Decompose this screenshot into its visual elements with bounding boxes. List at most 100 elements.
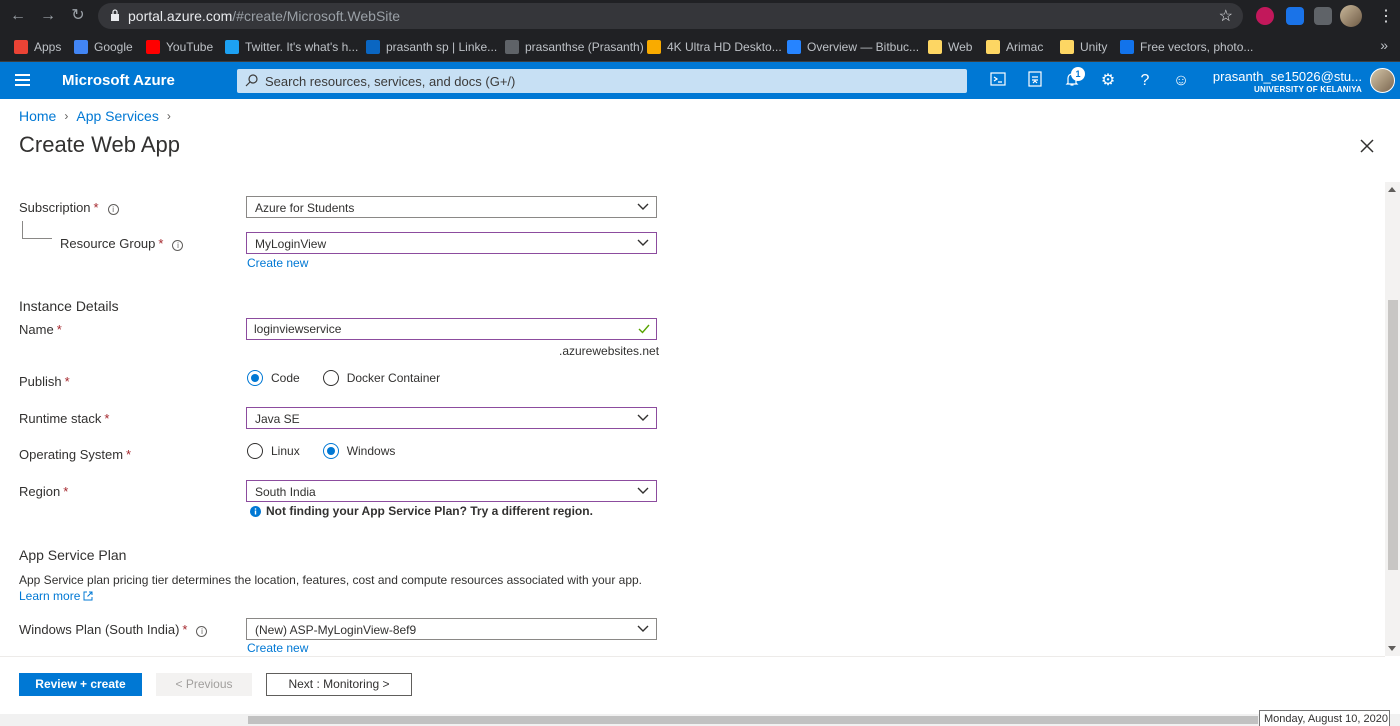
os-option-windows[interactable]: Windows: [322, 443, 395, 459]
subscription-value: Azure for Students: [255, 201, 355, 215]
bookmark-item[interactable]: prasanth sp | Linke...: [366, 38, 497, 56]
breadcrumb-home[interactable]: Home: [19, 108, 56, 124]
scroll-up-arrow[interactable]: [1388, 187, 1396, 192]
lock-icon: [111, 9, 119, 21]
profile-avatar[interactable]: [1340, 5, 1362, 27]
address-bar[interactable]: portal.azure.com/#create/Microsoft.WebSi…: [98, 3, 1243, 29]
date-tooltip: Monday, August 10, 2020: [1259, 710, 1390, 726]
extension-icon[interactable]: [1256, 7, 1274, 25]
feedback-smiley-icon[interactable]: ☺: [1171, 71, 1191, 91]
info-icon[interactable]: i: [107, 204, 119, 215]
bookmark-item[interactable]: Twitter. It's what's h...: [225, 38, 358, 56]
bookmark-item[interactable]: Google: [74, 38, 133, 56]
create-new-resource-group-link[interactable]: Create new: [247, 256, 308, 270]
bookmark-label: Twitter. It's what's h...: [245, 40, 359, 54]
forward-arrow-icon[interactable]: →: [38, 6, 58, 26]
bookmark-item[interactable]: Overview — Bitbuc...: [787, 38, 919, 56]
scroll-down-arrow[interactable]: [1388, 646, 1396, 651]
name-label: Name *: [19, 322, 62, 337]
name-field[interactable]: [246, 318, 657, 340]
avatar[interactable]: [1370, 68, 1395, 93]
region-dropdown[interactable]: South India: [246, 480, 657, 502]
scroll-thumb[interactable]: [1388, 300, 1398, 570]
previous-button[interactable]: < Previous: [156, 673, 252, 696]
chevron-down-icon: [637, 625, 649, 632]
learn-more-text: Learn more: [19, 589, 81, 603]
bookmark-item[interactable]: prasanthse (Prasanth): [505, 38, 644, 56]
puzzle-icon[interactable]: [1314, 7, 1332, 25]
vertical-scrollbar[interactable]: [1385, 182, 1400, 656]
create-new-plan-link[interactable]: Create new: [247, 641, 308, 655]
bookmark-item[interactable]: Unity: [1060, 38, 1107, 56]
scroll-thumb[interactable]: [248, 716, 1258, 724]
chevron-down-icon: [637, 414, 649, 421]
runtime-stack-dropdown[interactable]: Java SE: [246, 407, 657, 429]
more-vert-icon[interactable]: ⋮: [1378, 6, 1394, 26]
bookmark-label: prasanthse (Prasanth): [525, 40, 644, 54]
resource-group-dropdown[interactable]: MyLoginView: [246, 232, 657, 254]
extension-icon[interactable]: [1286, 7, 1304, 25]
breadcrumb-app-services[interactable]: App Services: [76, 108, 158, 124]
search-input[interactable]: [265, 72, 955, 90]
horizontal-scrollbar[interactable]: [0, 714, 1400, 726]
bookmark-label: Overview — Bitbuc...: [807, 40, 920, 54]
publish-option-docker[interactable]: Docker Container: [322, 370, 440, 386]
runtime-stack-value: Java SE: [255, 412, 300, 426]
menu-icon[interactable]: [15, 74, 30, 86]
radio-selected[interactable]: [247, 370, 263, 386]
back-arrow-icon[interactable]: ←: [8, 6, 28, 26]
next-monitoring-button[interactable]: Next : Monitoring >: [266, 673, 412, 696]
close-icon[interactable]: [1358, 137, 1376, 155]
subscription-dropdown[interactable]: Azure for Students: [246, 196, 657, 218]
subscription-label: Subscription * i: [19, 200, 119, 215]
info-filled-icon: [250, 505, 261, 517]
help-question-icon[interactable]: ?: [1135, 71, 1155, 91]
radio-selected[interactable]: [322, 443, 339, 459]
publish-radio-group: Code Docker Container: [247, 370, 463, 386]
global-search[interactable]: [237, 69, 967, 93]
bookmark-label: Arimac: [1006, 40, 1044, 54]
region-info-text: Not finding your App Service Plan? Try a…: [266, 504, 593, 518]
bookmark-label: Apps: [34, 40, 62, 54]
radio-unselected[interactable]: [247, 443, 263, 459]
info-icon[interactable]: i: [196, 626, 208, 637]
windows-plan-dropdown[interactable]: (New) ASP-MyLoginView-8ef9: [246, 618, 657, 640]
settings-gear-icon[interactable]: ⚙: [1098, 71, 1118, 91]
bookmark-item[interactable]: Web: [928, 38, 972, 56]
review-create-button[interactable]: Review + create: [19, 673, 142, 696]
url-text: portal.azure.com/#create/Microsoft.WebSi…: [128, 8, 401, 24]
domain-suffix: .azurewebsites.net: [559, 344, 660, 358]
breadcrumb: Home › App Services ›: [19, 108, 171, 124]
os-label: Operating System *: [19, 447, 132, 462]
chevron-right-icon: ›: [166, 109, 171, 123]
bookmark-label: Google: [94, 40, 133, 54]
radio-label: Linux: [271, 444, 300, 458]
bookmark-icon: [366, 40, 380, 54]
name-input[interactable]: [254, 322, 624, 336]
user-name[interactable]: prasanth_se15026@stu...: [1213, 69, 1362, 84]
more-bookmarks-icon[interactable]: »: [1380, 37, 1388, 53]
bookmark-item[interactable]: YouTube: [146, 38, 213, 56]
bookmark-item[interactable]: 4K Ultra HD Deskto...: [647, 38, 782, 56]
info-icon[interactable]: i: [172, 240, 184, 251]
publish-option-code[interactable]: Code: [247, 370, 300, 386]
bookmark-icon: [1060, 40, 1074, 54]
region-info-message: Not finding your App Service Plan? Try a…: [250, 504, 593, 518]
directory-filter-icon[interactable]: [1025, 71, 1045, 91]
bookmark-item[interactable]: Free vectors, photo...: [1120, 38, 1253, 56]
os-option-linux[interactable]: Linux: [247, 443, 300, 459]
radio-unselected[interactable]: [322, 370, 339, 386]
cloud-shell-icon[interactable]: [988, 71, 1008, 91]
bookmark-item[interactable]: Arimac: [986, 38, 1043, 56]
reload-icon[interactable]: ↻: [68, 6, 88, 26]
bookmark-icon: [787, 40, 801, 54]
bookmark-label: YouTube: [166, 40, 214, 54]
publish-label: Publish *: [19, 374, 70, 389]
bookmark-item[interactable]: Apps: [14, 38, 61, 56]
bookmark-icon: [225, 40, 239, 54]
brand-title[interactable]: Microsoft Azure: [62, 72, 175, 89]
bookmark-icon: [1120, 40, 1134, 54]
learn-more-link[interactable]: Learn more: [19, 589, 93, 603]
bookmark-star-icon[interactable]: ☆: [1219, 6, 1233, 26]
bookmark-label: Free vectors, photo...: [1140, 40, 1254, 54]
